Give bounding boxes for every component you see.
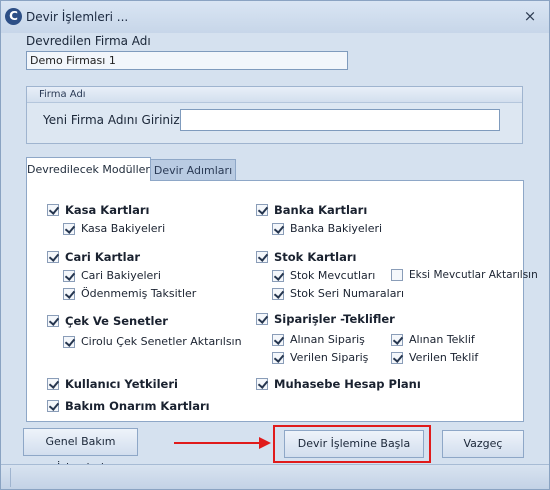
checkbox-checked-icon	[272, 269, 284, 282]
checkbox-label: Stok Mevcutları	[290, 269, 376, 282]
checkbox-label: Eksi Mevcutlar Aktarılsın	[409, 269, 538, 281]
checkbox-eksi-mevcutlar[interactable]: Eksi Mevcutlar Aktarılsın	[391, 269, 538, 281]
checkbox-label: Verilen Teklif	[409, 351, 479, 364]
checkbox-cek-senetler[interactable]: Çek Ve Senetler	[47, 314, 168, 328]
general-maintenance-button[interactable]: Genel Bakım İşlemleri	[23, 428, 138, 474]
checkbox-label: Cari Kartlar	[65, 250, 141, 264]
checkbox-label: Alınan Teklif	[409, 333, 475, 346]
checkbox-stok-seri-numaralari[interactable]: Stok Seri Numaraları	[272, 287, 404, 300]
checkbox-cari-kartlar[interactable]: Cari Kartlar	[47, 250, 140, 264]
checkbox-checked-icon	[47, 204, 59, 216]
checkbox-label: Stok Kartları	[274, 250, 357, 264]
new-firm-name-input[interactable]	[180, 109, 500, 131]
checkbox-checked-icon	[63, 335, 75, 348]
checkbox-odenmemis-taksitler[interactable]: Ödenmemiş Taksitler	[63, 287, 196, 300]
firm-name-group-title: Firma Adı	[27, 87, 522, 103]
dialog-window: C Devir İşlemleri ... × Devredilen Firma…	[0, 0, 550, 490]
checkbox-label: Bakım Onarım Kartları	[65, 399, 210, 413]
annotation-arrow-line	[174, 442, 262, 444]
checkbox-checked-icon	[256, 313, 268, 325]
checkbox-label: Kullanıcı Yetkileri	[65, 377, 178, 391]
transferred-firm-field[interactable]: Demo Firması 1	[26, 51, 348, 70]
checkbox-checked-icon	[391, 333, 403, 346]
checkbox-kullanici-yetkileri[interactable]: Kullanıcı Yetkileri	[47, 377, 178, 391]
checkbox-checked-icon	[391, 351, 403, 364]
checkbox-verilen-siparis[interactable]: Verilen Sipariş	[272, 351, 368, 364]
checkbox-checked-icon	[272, 333, 284, 346]
annotation-arrow-icon	[259, 437, 271, 449]
tab-transfer-steps[interactable]: Devir Adımları	[150, 159, 236, 181]
app-logo-icon: C	[5, 8, 22, 25]
checkbox-label: Cirolu Çek Senetler Aktarılsın	[81, 335, 242, 348]
checkbox-label: Banka Kartları	[274, 203, 368, 217]
checkbox-unchecked-icon	[391, 269, 403, 281]
checkbox-checked-icon	[63, 222, 75, 235]
checkbox-label: Muhasebe Hesap Planı	[274, 377, 421, 391]
checkbox-checked-icon	[256, 251, 268, 263]
checkbox-alinan-siparis[interactable]: Alınan Sipariş	[272, 333, 365, 346]
close-button[interactable]: ×	[521, 7, 539, 25]
checkbox-kasa-kartlari[interactable]: Kasa Kartları	[47, 203, 149, 217]
checkbox-checked-icon	[272, 351, 284, 364]
checkbox-bakim-onarim[interactable]: Bakım Onarım Kartları	[47, 399, 210, 413]
checkbox-checked-icon	[47, 315, 59, 327]
transferred-firm-label: Devredilen Firma Adı	[26, 34, 151, 48]
checkbox-banka-kartlari[interactable]: Banka Kartları	[256, 203, 367, 217]
checkbox-label: Kasa Kartları	[65, 203, 150, 217]
checkbox-checked-icon	[47, 378, 59, 390]
checkbox-stok-mevcutlari[interactable]: Stok Mevcutları	[272, 269, 375, 282]
title-bar: C Devir İşlemleri ... ×	[1, 1, 549, 33]
checkbox-checked-icon	[47, 251, 59, 263]
new-firm-name-label: Yeni Firma Adını Giriniz	[43, 113, 180, 127]
checkbox-checked-icon	[47, 400, 59, 412]
checkbox-checked-icon	[256, 378, 268, 390]
checkbox-label: Ödenmemiş Taksitler	[81, 287, 197, 300]
checkbox-alinan-teklif[interactable]: Alınan Teklif	[391, 333, 475, 346]
modules-panel: Kasa Kartları Kasa Bakiyeleri Cari Kartl…	[26, 180, 538, 422]
checkbox-checked-icon	[272, 222, 284, 235]
cancel-button[interactable]: Vazgeç	[442, 430, 524, 458]
firm-name-group: Firma Adı Yeni Firma Adını Giriniz	[26, 86, 523, 144]
checkbox-label: Banka Bakiyeleri	[290, 222, 383, 235]
checkbox-muhasebe-hesap-plani[interactable]: Muhasebe Hesap Planı	[256, 377, 421, 391]
checkbox-verilen-teklif[interactable]: Verilen Teklif	[391, 351, 478, 364]
status-bar	[1, 464, 549, 489]
checkbox-cari-bakiyeleri[interactable]: Cari Bakiyeleri	[63, 269, 161, 282]
window-title: Devir İşlemleri ...	[26, 10, 129, 24]
checkbox-label: Alınan Sipariş	[290, 333, 365, 346]
checkbox-kasa-bakiyeleri[interactable]: Kasa Bakiyeleri	[63, 222, 165, 235]
checkbox-label: Siparişler -Teklifler	[274, 312, 395, 326]
checkbox-stok-kartlari[interactable]: Stok Kartları	[256, 250, 357, 264]
checkbox-checked-icon	[256, 204, 268, 216]
checkbox-siparisler-teklifler[interactable]: Siparişler -Teklifler	[256, 312, 395, 326]
checkbox-banka-bakiyeleri[interactable]: Banka Bakiyeleri	[272, 222, 382, 235]
checkbox-label: Kasa Bakiyeleri	[81, 222, 166, 235]
checkbox-cirolu-cek[interactable]: Cirolu Çek Senetler Aktarılsın	[63, 335, 242, 348]
checkbox-label: Çek Ve Senetler	[65, 314, 168, 328]
tab-modules[interactable]: Devredilecek Modüller	[26, 157, 151, 181]
checkbox-label: Cari Bakiyeleri	[81, 269, 161, 282]
checkbox-checked-icon	[63, 269, 75, 282]
checkbox-checked-icon	[272, 287, 284, 300]
status-separator	[10, 468, 11, 487]
start-button-highlight-box	[273, 425, 431, 463]
checkbox-label: Verilen Sipariş	[290, 351, 369, 364]
checkbox-checked-icon	[63, 287, 75, 300]
checkbox-label: Stok Seri Numaraları	[290, 287, 405, 300]
